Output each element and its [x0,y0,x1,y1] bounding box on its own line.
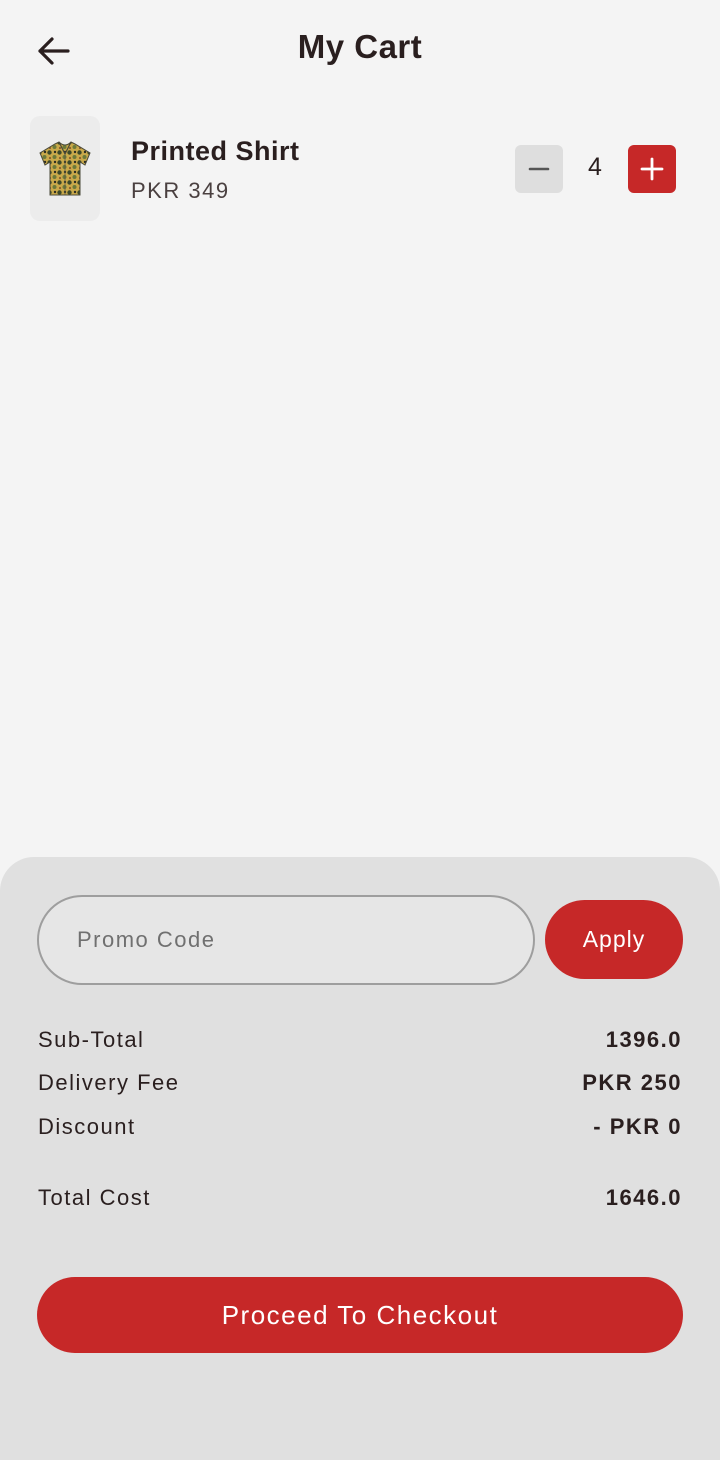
cart-item: Printed Shirt PKR 349 4 [30,116,690,222]
subtotal-label: Sub-Total [38,1027,145,1052]
product-name: Printed Shirt [131,136,300,166]
app-header: My Cart [0,0,720,100]
subtotal-row: Sub-Total 1396.0 [38,1027,682,1057]
total-cost-row: Total Cost 1646.0 [38,1185,682,1215]
discount-label: Discount [38,1114,136,1139]
shirt-icon [39,140,91,195]
product-price: PKR 349 [131,178,230,203]
quantity-value: 4 [588,153,602,181]
total-cost-label: Total Cost [38,1185,151,1210]
delivery-fee-value: PKR 250 [582,1070,682,1095]
subtotal-value: 1396.0 [605,1027,682,1052]
delivery-fee-row: Delivery Fee PKR 250 [38,1070,682,1100]
decrease-quantity-button[interactable] [515,145,563,193]
cart-screen: My Cart Printed Shirt PKR 349 4 Promo Co… [0,0,720,1460]
order-summary-panel: Apply Sub-Total 1396.0 Delivery Fee PKR … [0,857,720,1460]
apply-promo-button[interactable]: Apply [545,900,683,979]
promo-code-input[interactable] [37,895,535,985]
plus-icon [640,157,664,181]
page-title: My Cart [297,28,423,65]
product-thumbnail[interactable] [30,116,100,221]
minus-icon [528,167,550,171]
total-cost-value: 1646.0 [605,1185,682,1210]
checkout-button[interactable]: Proceed To Checkout [37,1277,683,1353]
discount-row: Discount - PKR 0 [38,1114,682,1144]
delivery-fee-label: Delivery Fee [38,1070,180,1095]
increase-quantity-button[interactable] [628,145,676,193]
discount-value: - PKR 0 [593,1114,682,1139]
